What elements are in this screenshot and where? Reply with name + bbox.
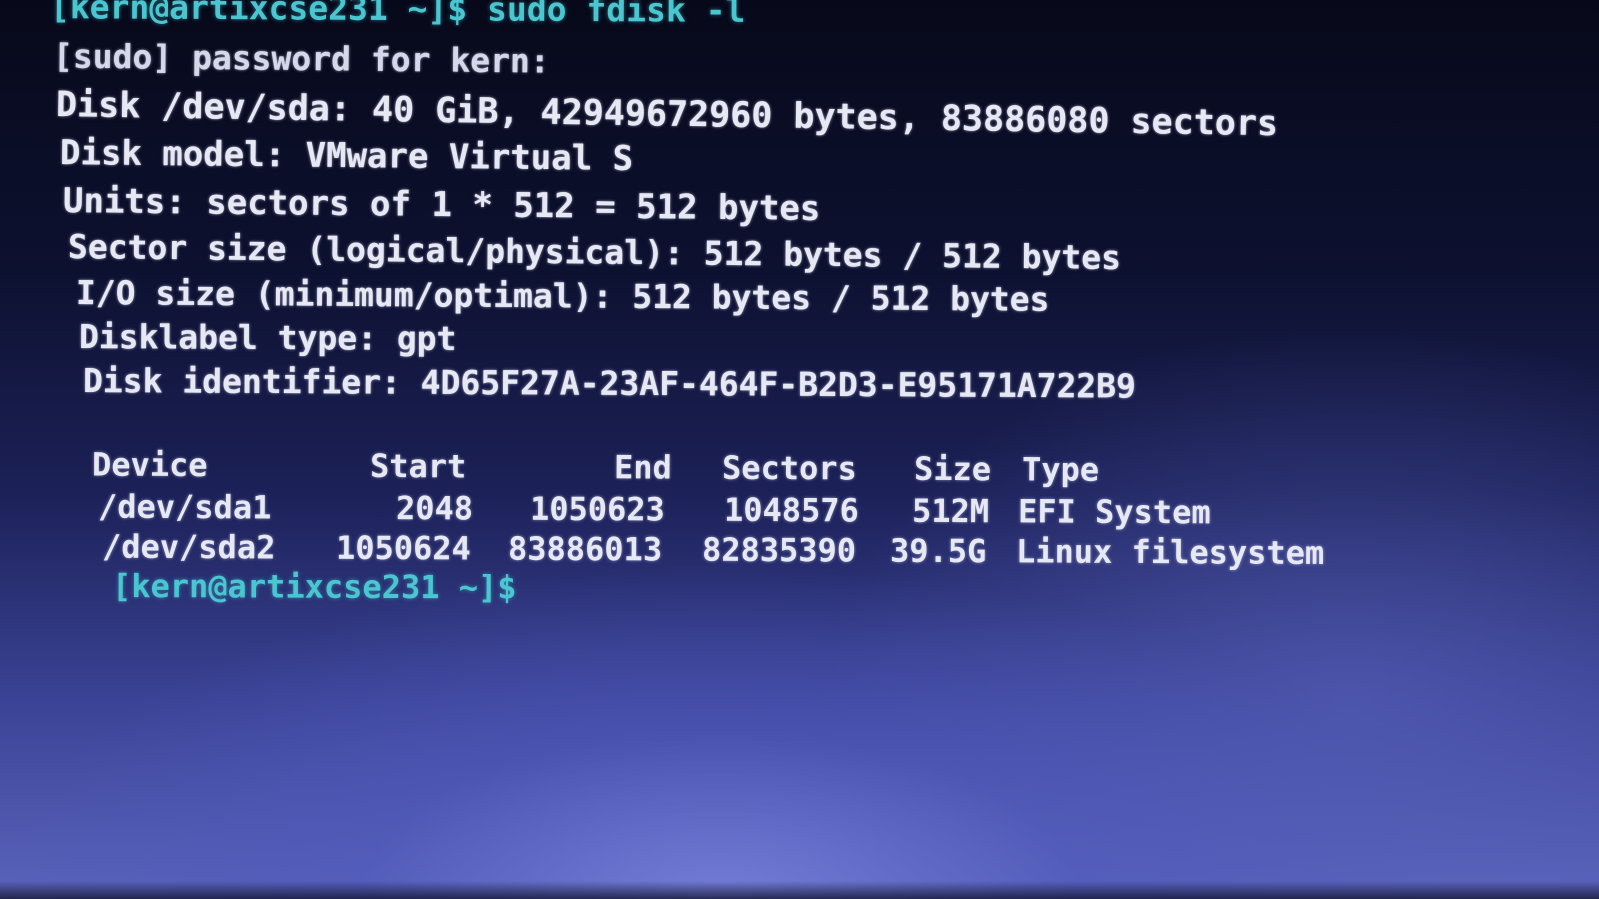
sector-size-line: Sector size (logical/physical): 512 byte… bbox=[67, 227, 1122, 278]
terminal-screen[interactable]: [kern@artixcse231 ~]$ sudo fdisk -l [sud… bbox=[0, 0, 1599, 899]
row-sectors: 82835390 bbox=[701, 530, 857, 570]
command-line: [kern@artixcse231 ~]$ sudo fdisk -l bbox=[49, 0, 746, 30]
header-sectors: Sectors bbox=[721, 448, 857, 488]
row-device: /dev/sda2 bbox=[101, 527, 276, 567]
row-start: 2048 bbox=[395, 489, 474, 528]
disklabel-line: Disklabel type: gpt bbox=[78, 317, 457, 358]
row-end: 83886013 bbox=[507, 529, 663, 569]
row-end: 1050623 bbox=[529, 489, 665, 529]
header-device: Device bbox=[91, 445, 208, 485]
header-start: Start bbox=[369, 446, 467, 486]
header-size: Size bbox=[913, 449, 992, 489]
row-sectors: 1048576 bbox=[723, 490, 859, 530]
row-type: EFI System bbox=[1017, 492, 1211, 532]
disk-model-line: Disk model: VMware Virtual S bbox=[59, 133, 634, 180]
row-size: 512M bbox=[911, 491, 990, 531]
row-size: 39.5G bbox=[889, 531, 987, 571]
header-end: End bbox=[613, 448, 672, 487]
row-start: 1050624 bbox=[335, 528, 471, 568]
units-line: Units: sectors of 1 * 512 = 512 bytes bbox=[62, 181, 821, 229]
disk-identifier-line: Disk identifier: 4D65F27A-23AF-464F-B2D3… bbox=[82, 361, 1137, 406]
sudo-password-prompt: [sudo] password for kern: bbox=[52, 36, 550, 81]
header-type: Type bbox=[1021, 450, 1100, 489]
row-device: /dev/sda1 bbox=[97, 487, 272, 527]
io-size-line: I/O size (minimum/optimal): 512 bytes / … bbox=[75, 273, 1050, 319]
row-type: Linux filesystem bbox=[1015, 532, 1325, 572]
screen-bottom-edge bbox=[0, 881, 1599, 899]
shell-prompt[interactable]: [kern@artixcse231 ~]$ bbox=[112, 567, 517, 606]
